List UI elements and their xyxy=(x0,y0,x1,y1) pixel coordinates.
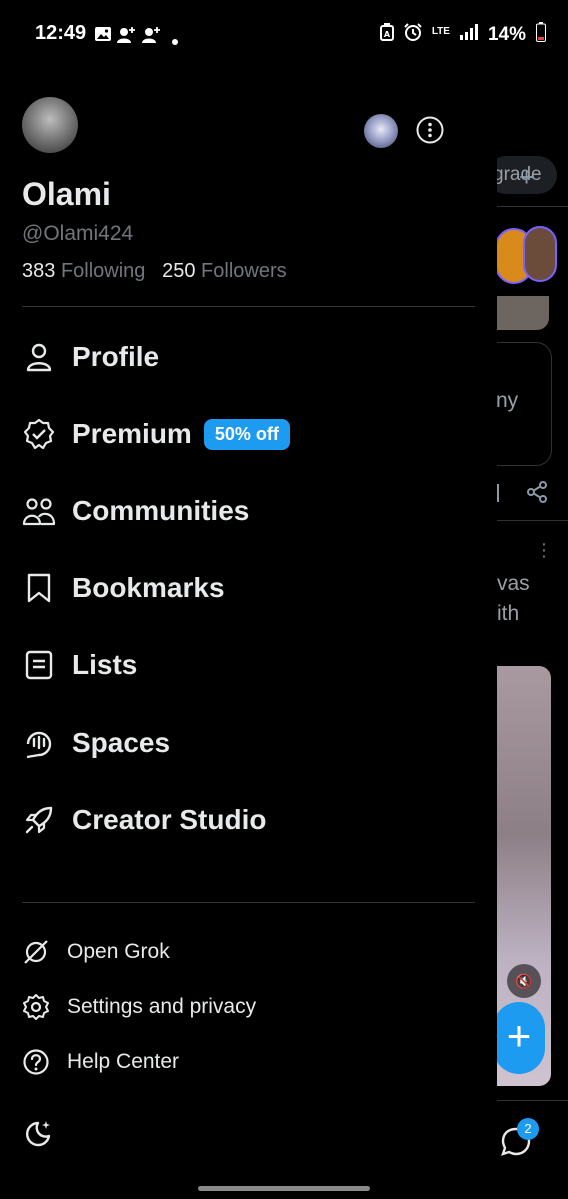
dot-icon xyxy=(172,32,178,50)
lte-indicator: LTE xyxy=(431,26,450,37)
home-indicator[interactable] xyxy=(198,1186,370,1191)
help-icon xyxy=(22,1048,50,1076)
follow-stats: 383 Following 250 Followers xyxy=(22,260,287,283)
post-text: ith xyxy=(497,602,520,625)
more-options-icon[interactable] xyxy=(416,116,444,144)
divider xyxy=(22,306,475,307)
status-time: 12:49 xyxy=(35,22,87,44)
menu-item-communities[interactable]: Communities xyxy=(22,491,249,531)
status-bar: 12:49 A LTE 14% xyxy=(0,0,568,72)
divider xyxy=(497,520,568,521)
gallery-icon xyxy=(94,26,112,47)
followers-link[interactable]: 250 Followers xyxy=(162,260,287,282)
menu-item-premium[interactable]: Premium 50% off xyxy=(22,414,290,454)
add-tab-icon[interactable]: + xyxy=(519,162,534,193)
battery-icon xyxy=(536,22,546,48)
avatar[interactable] xyxy=(523,226,557,282)
gear-icon xyxy=(22,993,50,1021)
post-text: vas xyxy=(497,572,530,595)
communities-icon xyxy=(22,494,56,528)
compose-button[interactable]: + xyxy=(497,1002,545,1074)
list-icon xyxy=(22,648,56,682)
svg-text:A: A xyxy=(384,30,391,39)
navigation-drawer: Olami @Olami424 383 Following 250 Follow… xyxy=(0,72,497,1199)
post-card[interactable]: ny xyxy=(497,342,552,466)
menu-item-help-center[interactable]: Help Center xyxy=(22,1046,179,1078)
menu-item-profile[interactable]: Profile xyxy=(22,337,159,377)
verified-badge-icon xyxy=(22,417,56,451)
menu-item-bookmarks[interactable]: Bookmarks xyxy=(22,568,225,608)
theme-toggle-icon[interactable] xyxy=(22,1118,54,1150)
divider xyxy=(497,206,568,207)
following-link[interactable]: 383 Following xyxy=(22,260,145,282)
profile-handle: @Olami424 xyxy=(22,222,134,245)
signal-icon xyxy=(459,24,478,46)
divider xyxy=(22,902,475,903)
menu-item-settings[interactable]: Settings and privacy xyxy=(22,991,256,1023)
data-saver-icon: A xyxy=(379,23,394,47)
mute-icon[interactable]: 🔇 xyxy=(507,964,541,998)
analytics-icon[interactable] xyxy=(497,484,499,502)
divider xyxy=(497,1100,568,1101)
discount-badge: 50% off xyxy=(203,418,290,450)
timeline-peek: grade + ny ⋮ vas ith 🔇 + 2 xyxy=(497,72,568,1199)
account-switcher-avatar[interactable] xyxy=(364,114,398,148)
alarm-icon xyxy=(404,23,422,47)
profile-name[interactable]: Olami xyxy=(22,176,111,213)
status-right: A LTE 14% xyxy=(379,22,546,48)
menu-item-lists[interactable]: Lists xyxy=(22,645,137,685)
avatar[interactable] xyxy=(22,97,78,153)
menu-item-spaces[interactable]: Spaces xyxy=(22,723,170,763)
contact-add-icon xyxy=(142,26,162,49)
bookmark-icon xyxy=(22,571,56,605)
share-icon[interactable] xyxy=(525,480,549,509)
menu-item-open-grok[interactable]: Open Grok xyxy=(22,936,170,968)
post-image[interactable] xyxy=(497,296,549,330)
battery-percent: 14% xyxy=(487,24,526,45)
contact-add-icon xyxy=(117,26,137,49)
rocket-icon xyxy=(22,803,56,837)
menu-item-creator-studio[interactable]: Creator Studio xyxy=(22,800,266,840)
grok-icon xyxy=(22,938,50,966)
messages-badge: 2 xyxy=(517,1118,539,1140)
more-icon[interactable]: ⋮ xyxy=(535,540,553,561)
spaces-icon xyxy=(22,726,56,760)
person-icon xyxy=(22,340,56,374)
